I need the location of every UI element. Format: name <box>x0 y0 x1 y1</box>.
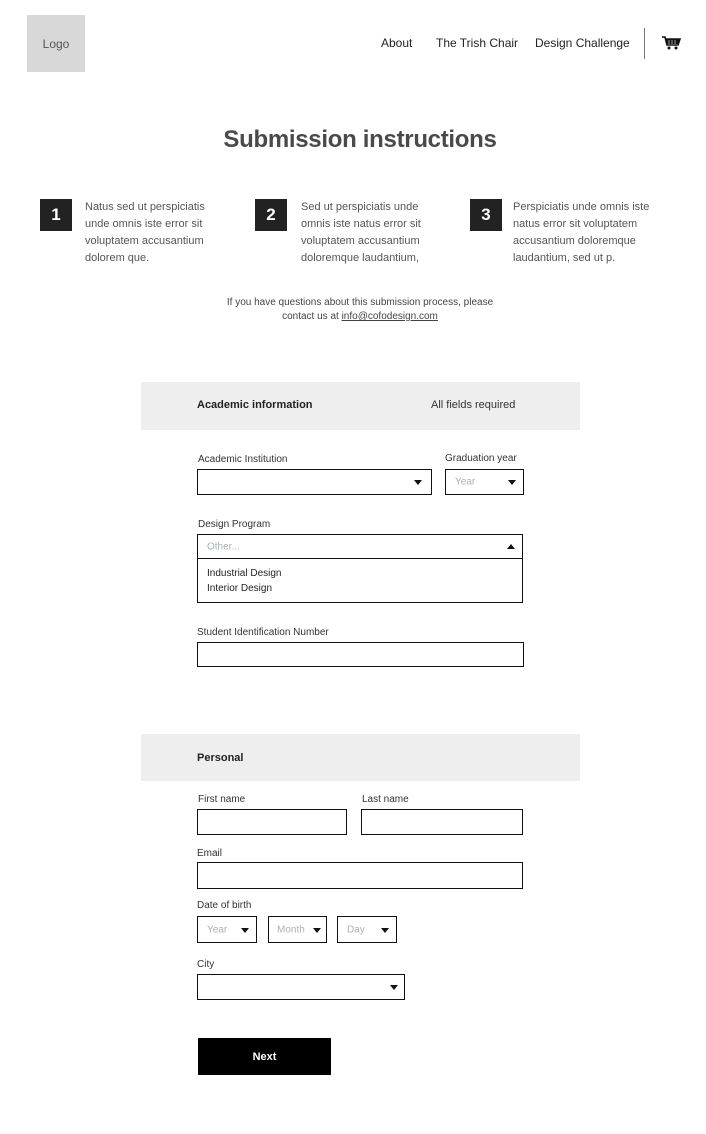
dob-year-placeholder: Year <box>207 924 228 935</box>
chevron-down-icon <box>508 480 516 485</box>
chevron-down-icon <box>313 927 321 933</box>
graduation-year-label: Graduation year <box>445 453 517 464</box>
chevron-down-icon <box>390 985 398 990</box>
contact-text: If you have questions about this submiss… <box>226 297 494 308</box>
chevron-up-icon <box>507 543 515 549</box>
chevron-down-icon <box>241 927 249 933</box>
graduation-year-select[interactable]: Year <box>445 469 524 495</box>
nav-link-about[interactable]: About <box>381 36 412 50</box>
required-note: All fields required <box>431 399 516 411</box>
nav-link-trish-chair[interactable]: The Trish Chair <box>436 36 518 50</box>
step-number-2: 2 <box>255 199 287 231</box>
step-number-3: 3 <box>470 199 502 231</box>
dropdown-option-industrial-design[interactable]: Industrial Design <box>207 566 522 581</box>
personal-section-header: Personal <box>141 734 580 781</box>
shopping-cart-icon[interactable] <box>661 35 682 51</box>
step-text-2: Sed ut perspiciatis unde omnis iste natu… <box>301 201 421 264</box>
email-input[interactable] <box>197 862 523 889</box>
contact-prefix: contact us at <box>282 311 342 322</box>
personal-section-title: Personal <box>197 752 244 764</box>
design-program-label: Design Program <box>198 519 271 530</box>
design-program-placeholder: Other... <box>207 541 240 552</box>
nav-link-design-challenge[interactable]: Design Challenge <box>535 36 630 50</box>
step-number-1: 1 <box>40 199 72 231</box>
dob-month-placeholder: Month <box>277 924 305 935</box>
last-name-label: Last name <box>362 794 409 805</box>
chevron-down-icon <box>381 927 389 933</box>
date-of-birth-label: Date of birth <box>197 900 252 911</box>
academic-section-header: Academic information All fields required <box>141 382 580 430</box>
step-text-1: Natus sed ut perspiciatis unde omnis ist… <box>85 201 205 264</box>
dropdown-option-interior-design[interactable]: Interior Design <box>207 581 522 596</box>
next-button[interactable]: Next <box>198 1038 331 1075</box>
chevron-down-icon <box>414 480 422 485</box>
design-program-select[interactable]: Other... <box>197 534 523 559</box>
logo[interactable]: Logo <box>27 15 85 72</box>
dob-year-select[interactable]: Year <box>197 916 257 943</box>
academic-section-title: Academic information <box>197 399 313 411</box>
city-select[interactable] <box>197 974 405 1000</box>
dob-month-select[interactable]: Month <box>268 916 327 943</box>
first-name-label: First name <box>198 794 246 805</box>
academic-institution-select[interactable] <box>197 469 432 495</box>
graduation-year-placeholder: Year <box>455 476 476 488</box>
last-name-input[interactable] <box>361 809 523 835</box>
first-name-input[interactable] <box>197 809 347 835</box>
email-label: Email <box>197 848 223 859</box>
dob-day-placeholder: Day <box>347 924 365 935</box>
dob-day-select[interactable]: Day <box>337 916 397 943</box>
nav-divider <box>644 28 645 59</box>
student-id-input[interactable] <box>197 642 524 667</box>
student-id-label: Student Identification Number <box>197 627 329 638</box>
academic-institution-label: Academic Institution <box>198 454 288 465</box>
step-text-3: Perspiciatis unde omnis iste natus error… <box>513 201 650 264</box>
contact-email-link[interactable]: info@cofodesign.com <box>342 311 438 322</box>
design-program-dropdown: Industrial Design Interior Design <box>197 559 523 603</box>
contact-info: If you have questions about this submiss… <box>0 296 706 324</box>
city-label: City <box>197 959 215 970</box>
page-title: Submission instructions <box>223 126 497 153</box>
